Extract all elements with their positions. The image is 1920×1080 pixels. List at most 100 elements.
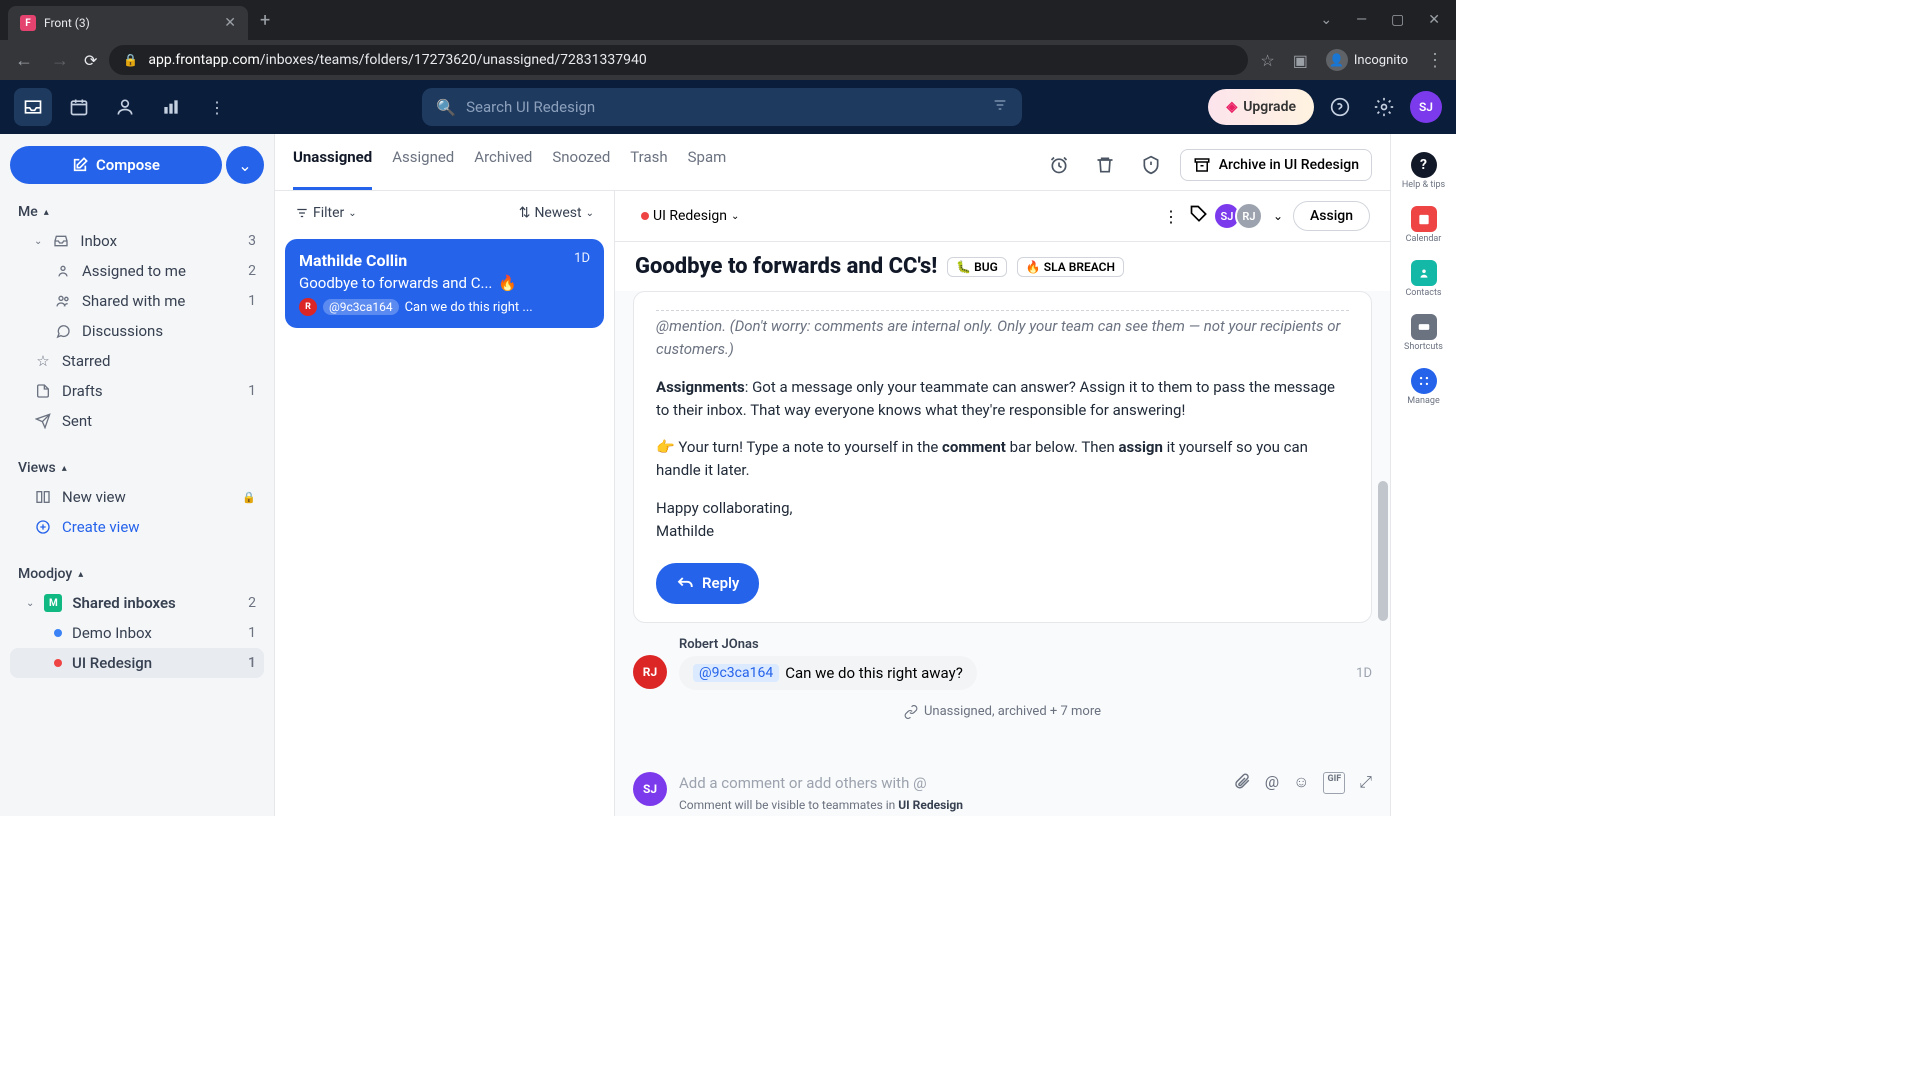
search-box[interactable]: 🔍 [422,88,1022,126]
sidebar-item-starred[interactable]: ☆ Starred [10,346,264,376]
more-nav-icon[interactable]: ⋮ [198,88,236,126]
bookmark-star-icon[interactable]: ☆ [1260,51,1274,70]
new-tab-button[interactable]: + [260,10,270,31]
chevron-down-icon[interactable]: ⌄ [1273,209,1283,223]
emoji-icon[interactable]: ☺ [1293,772,1309,794]
participants-avatars[interactable]: SJ RJ [1219,202,1263,230]
tab-unassigned[interactable]: Unassigned [293,148,372,190]
spam-shield-icon[interactable] [1134,148,1168,182]
inbox-selector[interactable]: UI Redesign ⌄ [635,204,745,228]
rail-contacts[interactable]: Contacts [1396,254,1452,304]
sidebar-item-demo-inbox[interactable]: Demo Inbox 1 [10,618,264,648]
app-header: ⋮ 🔍 ◈ Upgrade SJ [0,80,1456,134]
star-icon: ☆ [34,352,52,370]
search-filter-icon[interactable] [992,97,1008,117]
sidebar-item-drafts[interactable]: Drafts 1 [10,376,264,406]
user-avatar[interactable]: SJ [1410,91,1442,123]
url-field[interactable]: 🔒 app.frontapp.com/inboxes/teams/folders… [109,45,1248,75]
comment-author: Robert JOnas [679,637,1372,652]
sidebar-item-new-view[interactable]: New view 🔒 [10,482,264,512]
tab-assigned[interactable]: Assigned [392,148,454,190]
activity-summary[interactable]: Unassigned, archived + 7 more [633,704,1372,719]
sidebar-section-me[interactable]: Me ▴ [10,198,264,226]
minimize-icon[interactable]: — [1356,12,1367,28]
tag-bug[interactable]: 🐛 BUG [947,257,1007,277]
attachment-icon[interactable] [1233,772,1251,794]
sidebar-item-discussions[interactable]: Discussions [10,316,264,346]
scrollbar-thumb[interactable] [1378,481,1388,621]
chevron-down-icon: ⌄ [586,208,594,219]
compose-button[interactable]: Compose [10,146,222,184]
tab-trash[interactable]: Trash [630,148,667,190]
reply-button[interactable]: Reply [656,563,759,604]
comment-input[interactable] [679,774,1225,792]
mention-icon[interactable]: @ [1265,772,1279,794]
forward-icon[interactable]: → [48,50,72,71]
archive-button[interactable]: Archive in UI Redesign [1180,149,1372,181]
tag-icon[interactable] [1189,204,1209,228]
chat-icon [54,323,72,339]
more-options-icon[interactable]: ⋮ [1163,207,1179,226]
browser-tab[interactable]: F Front (3) ✕ [8,6,248,40]
conversation-preview: Can we do this right ... [405,300,533,315]
incognito-badge[interactable]: 👤 Incognito [1326,49,1408,71]
tabs-dropdown-icon[interactable]: ⌄ [1320,12,1332,28]
upgrade-button[interactable]: ◈ Upgrade [1208,89,1314,125]
tab-archived[interactable]: Archived [474,148,532,190]
sidebar-item-shared-inboxes[interactable]: ⌄ M Shared inboxes 2 [10,588,264,618]
sidebar-item-ui-redesign[interactable]: UI Redesign 1 [10,648,264,678]
tag-sla-breach[interactable]: 🔥 SLA BREACH [1017,257,1124,277]
sidebar-item-create-view[interactable]: Create view [10,512,264,542]
settings-gear-icon[interactable] [1366,89,1402,125]
columns-icon [34,489,52,505]
analytics-nav-icon[interactable] [152,88,190,126]
search-input[interactable] [466,98,982,116]
reload-icon[interactable]: ⟳ [84,51,97,70]
sidebar-section-moodjoy[interactable]: Moodjoy ▴ [10,560,264,588]
status-dot-icon [54,659,62,667]
composer-avatar: SJ [633,772,667,806]
back-icon[interactable]: ← [12,50,36,71]
snooze-clock-icon[interactable] [1042,148,1076,182]
extensions-icon[interactable]: ▣ [1293,51,1308,70]
comment-avatar: RJ [633,655,667,689]
message-body: @mention. (Don't worry: comments are int… [633,291,1372,623]
sidebar-item-assigned-to-me[interactable]: Assigned to me 2 [10,256,264,286]
mention-chip: @9c3ca164 [323,299,399,315]
sidebar-item-inbox[interactable]: ⌄ Inbox 3 [10,226,264,256]
inbox-nav-icon[interactable] [14,88,52,126]
help-icon[interactable] [1322,89,1358,125]
rail-shortcuts[interactable]: Shortcuts [1396,308,1452,358]
gif-icon[interactable]: GIF [1323,772,1345,794]
assign-button[interactable]: Assign [1293,201,1370,231]
rail-help[interactable]: ? Help & tips [1396,146,1452,196]
plus-circle-icon [34,519,52,535]
sidebar-item-sent[interactable]: Sent [10,406,264,436]
close-window-icon[interactable]: ✕ [1428,12,1440,28]
right-rail: ? Help & tips Calendar Contacts Shortcut… [1390,134,1456,816]
filter-button[interactable]: Filter ⌄ [289,201,363,225]
sidebar-item-shared-with-me[interactable]: Shared with me 1 [10,286,264,316]
expand-icon[interactable]: ⤢ [1359,772,1372,794]
sort-button[interactable]: ⇅ Newest ⌄ [513,201,600,225]
sidebar-section-views[interactable]: Views ▴ [10,454,264,482]
team-badge-icon: M [44,594,62,612]
chevron-down-icon: ⌄ [731,211,739,222]
contacts-nav-icon[interactable] [106,88,144,126]
calendar-nav-icon[interactable] [60,88,98,126]
browser-tab-strip: F Front (3) ✕ + ⌄ — ▢ ✕ [0,0,1456,40]
chrome-menu-icon[interactable]: ⋮ [1426,50,1444,71]
trash-icon[interactable] [1088,148,1122,182]
compose-dropdown-icon[interactable]: ⌄ [226,146,264,184]
status-dot-icon [641,212,649,220]
comment-mention[interactable]: @9c3ca164 [693,664,779,682]
tab-spam[interactable]: Spam [688,148,727,190]
rail-calendar[interactable]: Calendar [1396,200,1452,250]
sent-icon [34,413,52,429]
close-tab-icon[interactable]: ✕ [224,15,236,31]
rail-manage[interactable]: Manage [1396,362,1452,412]
comment-bubble[interactable]: @9c3ca164 Can we do this right away? [679,656,977,690]
maximize-icon[interactable]: ▢ [1391,12,1404,28]
conversation-card[interactable]: 1D Mathilde Collin Goodbye to forwards a… [285,239,604,328]
tab-snoozed[interactable]: Snoozed [552,148,610,190]
